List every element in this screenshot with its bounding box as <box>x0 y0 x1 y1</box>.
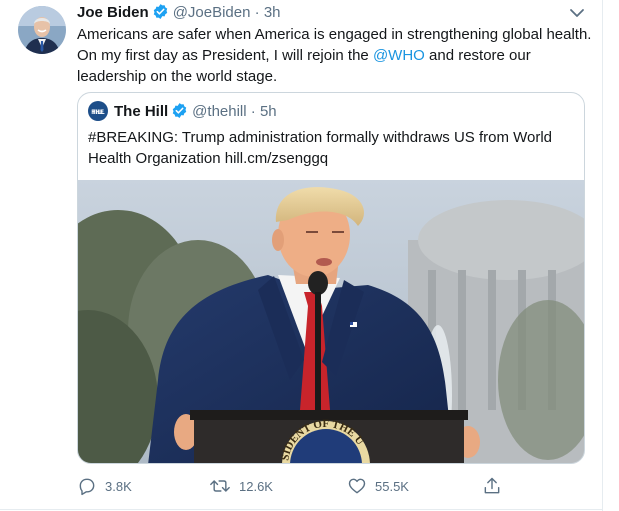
logo-text-2: HILL <box>91 110 105 116</box>
tweet-card[interactable]: Joe Biden @JoeBiden · 3h Americans are sa… <box>0 0 603 511</box>
share-icon <box>482 477 510 494</box>
like-count: 55.5K <box>375 479 409 494</box>
quoted-author-handle[interactable]: @thehill <box>192 103 246 120</box>
quoted-avatar[interactable]: THE HILL <box>88 101 108 121</box>
like-button[interactable]: 55.5K <box>347 476 409 498</box>
tweet-time[interactable]: 3h <box>264 4 281 21</box>
separator-dot: · <box>250 103 256 120</box>
verified-badge-icon <box>152 3 169 26</box>
chevron-down-icon[interactable] <box>568 6 586 20</box>
verified-badge-icon <box>171 102 188 126</box>
tweet-actions: 3.8K 12.6K 55.5K <box>77 476 507 498</box>
reply-count: 3.8K <box>105 479 132 494</box>
quoted-author-name[interactable]: The Hill <box>114 103 168 120</box>
avatar[interactable] <box>18 6 66 54</box>
like-icon <box>347 478 375 494</box>
separator-dot: · <box>254 4 260 21</box>
reply-button[interactable]: 3.8K <box>77 476 132 498</box>
share-button[interactable] <box>482 476 510 498</box>
quoted-tweet-text: #BREAKING: Trump administration formally… <box>88 129 553 167</box>
author-name[interactable]: Joe Biden <box>77 4 149 21</box>
tweet-header: Joe Biden @JoeBiden · 3h <box>77 3 281 25</box>
mention-link[interactable]: @WHO <box>373 47 425 64</box>
quoted-tweet-photo[interactable]: SIDENT OF THE U <box>78 180 584 463</box>
quoted-tweet-header: THE HILL The Hill @thehill · 5h <box>88 101 277 123</box>
quoted-tweet[interactable]: THE HILL The Hill @thehill · 5h #BREAKING: … <box>77 92 585 464</box>
author-handle[interactable]: @JoeBiden <box>173 4 251 21</box>
quoted-tweet-time[interactable]: 5h <box>260 103 277 120</box>
retweet-button[interactable]: 12.6K <box>209 476 273 498</box>
retweet-count: 12.6K <box>239 479 273 494</box>
retweet-icon <box>209 479 239 494</box>
divider <box>0 509 603 510</box>
reply-icon <box>77 478 105 496</box>
tweet-text: Americans are safer when America is enga… <box>77 24 597 87</box>
